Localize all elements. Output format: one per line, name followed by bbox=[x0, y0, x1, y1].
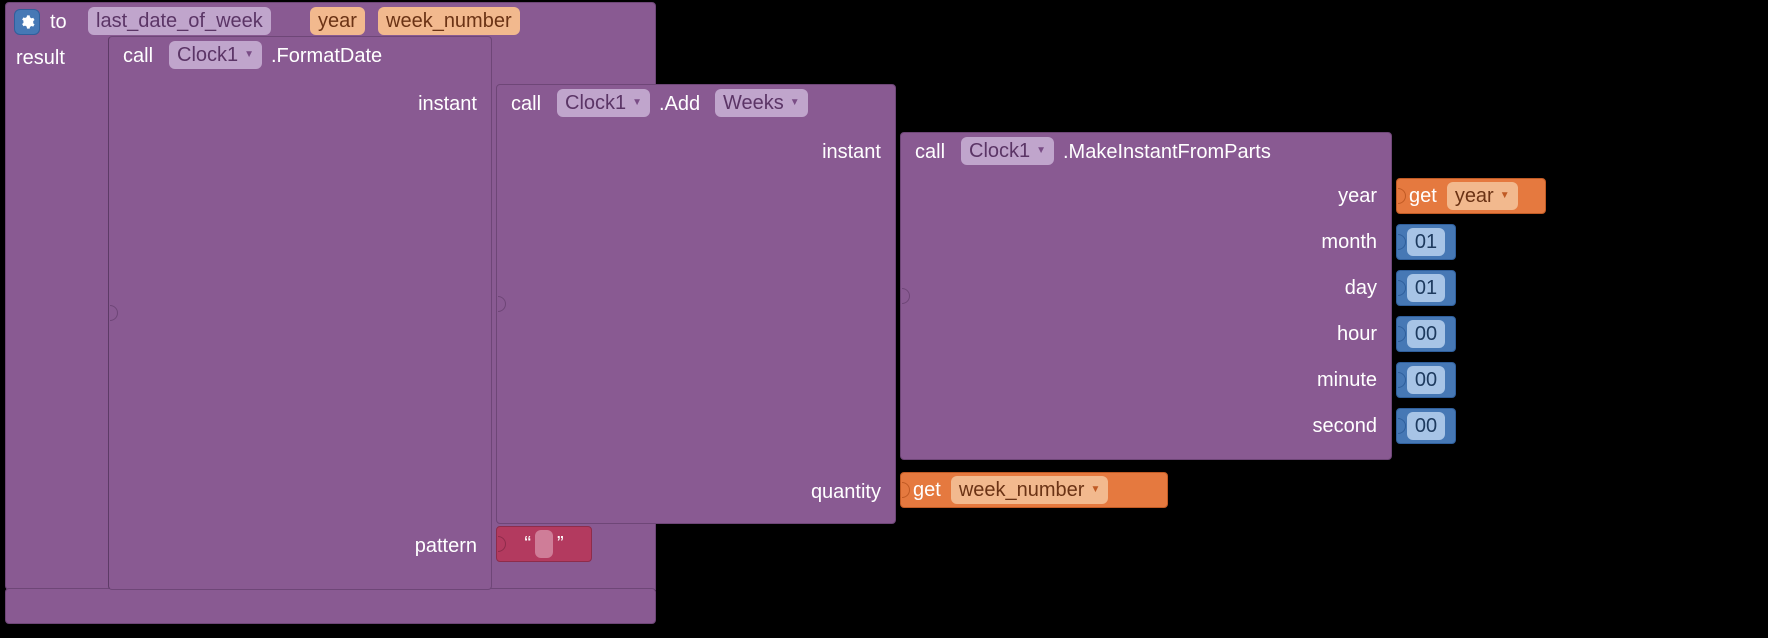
arg-minute: minute bbox=[1317, 369, 1377, 392]
get-keyword-wk: get bbox=[913, 479, 941, 502]
call-formatdate-block[interactable]: call Clock1▼ .FormatDate instant pattern bbox=[108, 36, 492, 590]
number-input-hour[interactable]: 00 bbox=[1407, 320, 1445, 348]
arg-day: day bbox=[1345, 277, 1377, 300]
arg-second: second bbox=[1313, 415, 1378, 438]
number-block-hour[interactable]: 00 bbox=[1396, 316, 1456, 352]
chevron-down-icon: ▼ bbox=[1500, 182, 1510, 210]
param-week-number[interactable]: week_number bbox=[378, 7, 520, 35]
chevron-down-icon: ▼ bbox=[1036, 137, 1046, 165]
unit-dropdown-add-label: Weeks bbox=[723, 89, 784, 117]
text-block-pattern[interactable]: “ ” bbox=[496, 526, 592, 562]
method-add: .Add bbox=[659, 93, 700, 116]
number-block-month[interactable]: 01 bbox=[1396, 224, 1456, 260]
procedure-footer bbox=[5, 588, 656, 624]
chevron-down-icon: ▼ bbox=[790, 89, 800, 117]
number-input-month[interactable]: 01 bbox=[1407, 228, 1445, 256]
number-input-second[interactable]: 00 bbox=[1407, 412, 1445, 440]
call-addweeks-block[interactable]: call Clock1▼ .Add Weeks▼ instant quantit… bbox=[496, 84, 896, 524]
arg-quantity-add: quantity bbox=[811, 481, 881, 504]
component-dropdown-fd[interactable]: Clock1▼ bbox=[169, 41, 262, 69]
arg-hour: hour bbox=[1337, 323, 1377, 346]
component-dropdown-make[interactable]: Clock1▼ bbox=[961, 137, 1054, 165]
call-keyword-make: call bbox=[915, 141, 945, 164]
var-dropdown-week-number[interactable]: week_number▼ bbox=[951, 476, 1109, 504]
var-dropdown-year[interactable]: year▼ bbox=[1447, 182, 1518, 210]
chevron-down-icon: ▼ bbox=[1090, 476, 1100, 504]
number-block-day[interactable]: 01 bbox=[1396, 270, 1456, 306]
number-block-minute[interactable]: 00 bbox=[1396, 362, 1456, 398]
var-dropdown-week-number-label: week_number bbox=[959, 476, 1085, 504]
number-block-second[interactable]: 00 bbox=[1396, 408, 1456, 444]
get-week-number-block[interactable]: get week_number▼ bbox=[900, 472, 1168, 508]
gear-icon[interactable] bbox=[14, 9, 40, 35]
number-input-day[interactable]: 01 bbox=[1407, 274, 1445, 302]
procedure-name[interactable]: last_date_of_week bbox=[88, 7, 271, 35]
get-year-block[interactable]: get year▼ bbox=[1396, 178, 1546, 214]
arg-year: year bbox=[1338, 185, 1377, 208]
var-dropdown-year-label: year bbox=[1455, 182, 1494, 210]
result-keyword: result bbox=[16, 47, 65, 70]
to-keyword: to bbox=[50, 11, 67, 34]
text-input-pattern[interactable] bbox=[535, 530, 553, 558]
arg-pattern-fd: pattern bbox=[415, 535, 477, 558]
method-makeinstant: .MakeInstantFromParts bbox=[1063, 141, 1271, 164]
call-makeinstant-block[interactable]: call Clock1▼ .MakeInstantFromParts year … bbox=[900, 132, 1392, 460]
call-keyword-add: call bbox=[511, 93, 541, 116]
unit-dropdown-add[interactable]: Weeks▼ bbox=[715, 89, 808, 117]
get-keyword-year: get bbox=[1409, 185, 1437, 208]
number-input-minute[interactable]: 00 bbox=[1407, 366, 1445, 394]
arg-month: month bbox=[1321, 231, 1377, 254]
call-keyword-fd: call bbox=[123, 45, 153, 68]
component-dropdown-fd-label: Clock1 bbox=[177, 41, 238, 69]
chevron-down-icon: ▼ bbox=[632, 89, 642, 117]
chevron-down-icon: ▼ bbox=[244, 41, 254, 69]
component-dropdown-add-label: Clock1 bbox=[565, 89, 626, 117]
method-formatdate: .FormatDate bbox=[271, 45, 382, 68]
component-dropdown-make-label: Clock1 bbox=[969, 137, 1030, 165]
component-dropdown-add[interactable]: Clock1▼ bbox=[557, 89, 650, 117]
param-year[interactable]: year bbox=[310, 7, 365, 35]
quote-close: ” bbox=[557, 533, 564, 556]
quote-open: “ bbox=[524, 533, 531, 556]
arg-instant-add: instant bbox=[822, 141, 881, 164]
arg-instant-fd: instant bbox=[418, 93, 477, 116]
